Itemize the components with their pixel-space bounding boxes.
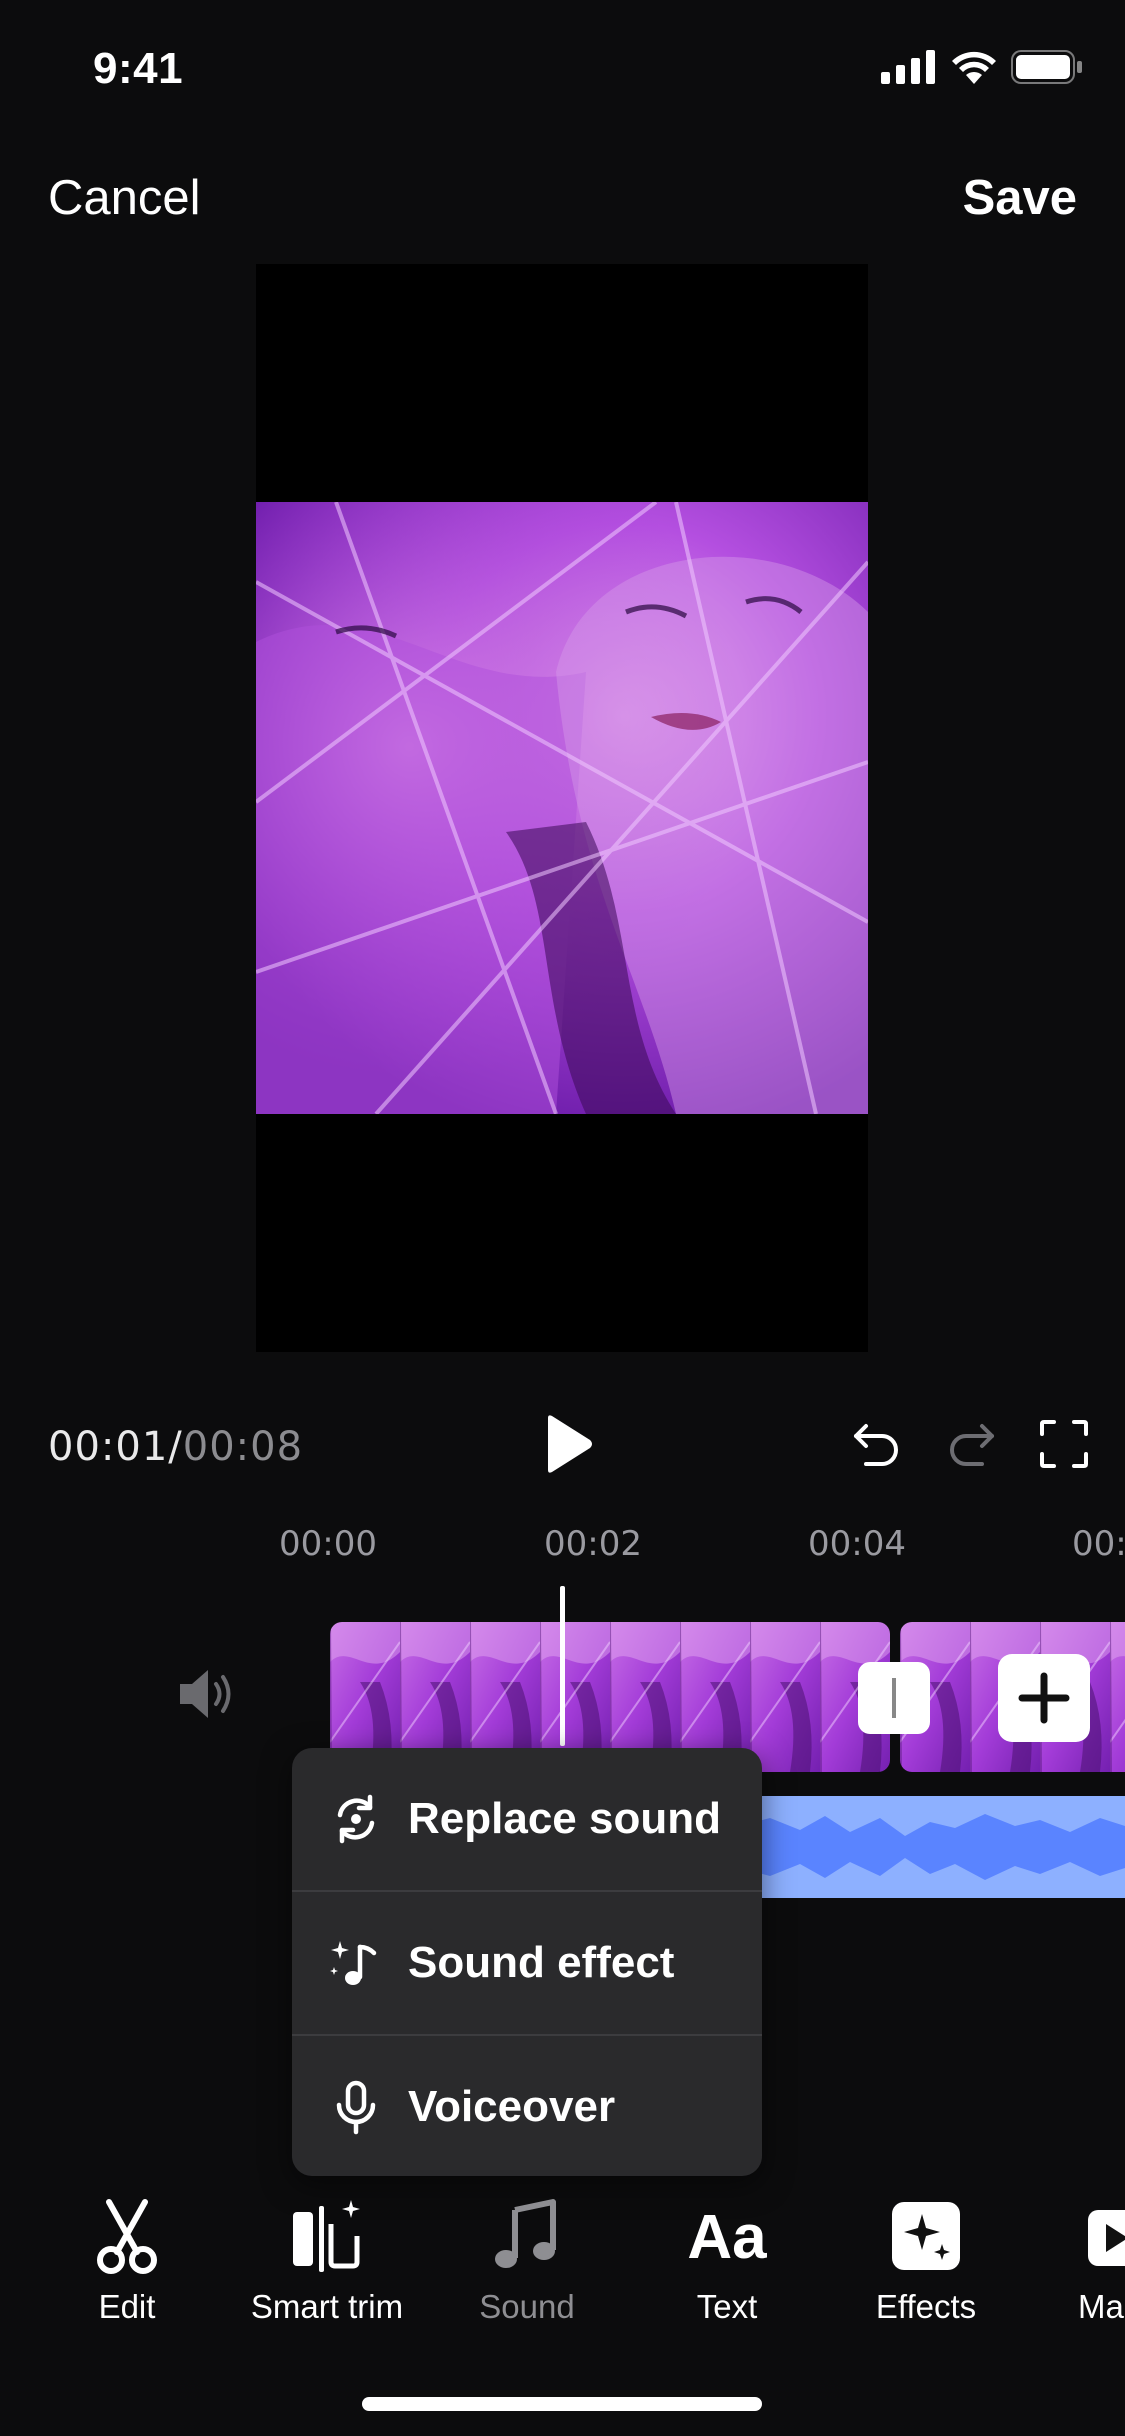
current-time: 00:01: [48, 1424, 169, 1470]
toolbar-label: Text: [696, 2288, 758, 2325]
toolbar-label: Effects: [875, 2288, 977, 2325]
toolbar-effects[interactable]: Effects: [836, 2196, 1016, 2326]
replace-sound-label: Replace sound: [408, 1794, 721, 1843]
toolbar-sound[interactable]: Sound: [437, 2196, 617, 2326]
toolbar-label: Edit: [98, 2288, 156, 2325]
sound-effect-option[interactable]: Sound effect: [292, 1892, 762, 2034]
video-frame-image: [256, 502, 868, 1114]
undo-icon: [854, 1424, 898, 1466]
voiceover-option[interactable]: Voiceover: [292, 2036, 762, 2176]
fullscreen-icon: [1040, 1420, 1088, 1468]
replace-sound-option[interactable]: Replace sound: [292, 1748, 762, 1890]
toolbar-label: Smart trim: [250, 2288, 404, 2325]
undo-button[interactable]: [848, 1416, 904, 1472]
transition-button[interactable]: [858, 1662, 930, 1734]
battery-icon: [1011, 50, 1082, 84]
toolbar-edit[interactable]: Edit: [37, 2196, 217, 2326]
play-icon: [548, 1415, 592, 1473]
home-indicator[interactable]: [362, 2397, 762, 2411]
status-icons: [881, 50, 1083, 84]
track-volume-button[interactable]: [176, 1666, 236, 1727]
text-aa-icon: Aa: [687, 2203, 767, 2272]
toolbar-label: Ma: [1078, 2288, 1124, 2325]
audio-waveform: [740, 1814, 1125, 1880]
toolbar-media[interactable]: Ma: [1036, 2196, 1125, 2326]
signal-icon: [881, 50, 935, 84]
ruler-label: 00:00: [279, 1524, 377, 1564]
speaker-icon: [180, 1670, 231, 1718]
music-note-icon: [495, 2199, 556, 2268]
ruler-label: 00:04: [808, 1524, 906, 1564]
smart-trim-icon: [293, 2200, 360, 2272]
cancel-button[interactable]: Cancel: [48, 170, 201, 226]
time-separator: /: [168, 1424, 183, 1470]
toolbar-smart-trim[interactable]: Smart trim: [237, 2196, 417, 2326]
ruler-label: 00:06: [1072, 1524, 1125, 1564]
microphone-icon: [336, 2080, 376, 2135]
redo-icon: [950, 1424, 994, 1466]
svg-text:Aa: Aa: [687, 2203, 767, 2272]
wifi-icon: [952, 51, 996, 84]
total-time: 00:08: [182, 1424, 304, 1470]
save-button[interactable]: Save: [963, 170, 1077, 226]
sound-options-menu: Replace sound Sound effect Voiceover: [292, 1748, 762, 2176]
playhead[interactable]: [560, 1586, 565, 1746]
sparkle-note-icon: [330, 1941, 377, 1985]
toolbar-text[interactable]: Aa Text: [637, 2196, 817, 2326]
toolbar-label: Sound: [479, 2288, 575, 2325]
play-button[interactable]: [540, 1414, 596, 1474]
replace-icon: [337, 1794, 375, 1844]
timecode: 00:01/00:08: [48, 1424, 303, 1470]
video-preview[interactable]: [256, 264, 868, 1352]
scissors-icon: [97, 2199, 157, 2274]
sound-effect-label: Sound effect: [408, 1938, 675, 1987]
audio-track[interactable]: [740, 1796, 1125, 1898]
media-icon: [1088, 2210, 1125, 2266]
plus-icon: [1018, 1672, 1070, 1724]
effects-sparkle-icon: [892, 2202, 960, 2270]
add-clip-button[interactable]: [998, 1654, 1090, 1742]
fullscreen-button[interactable]: [1036, 1416, 1092, 1472]
status-time: 9:41: [93, 44, 184, 93]
redo-button[interactable]: [944, 1416, 1000, 1472]
ruler-label: 00:02: [544, 1524, 642, 1564]
voiceover-label: Voiceover: [408, 2082, 616, 2131]
